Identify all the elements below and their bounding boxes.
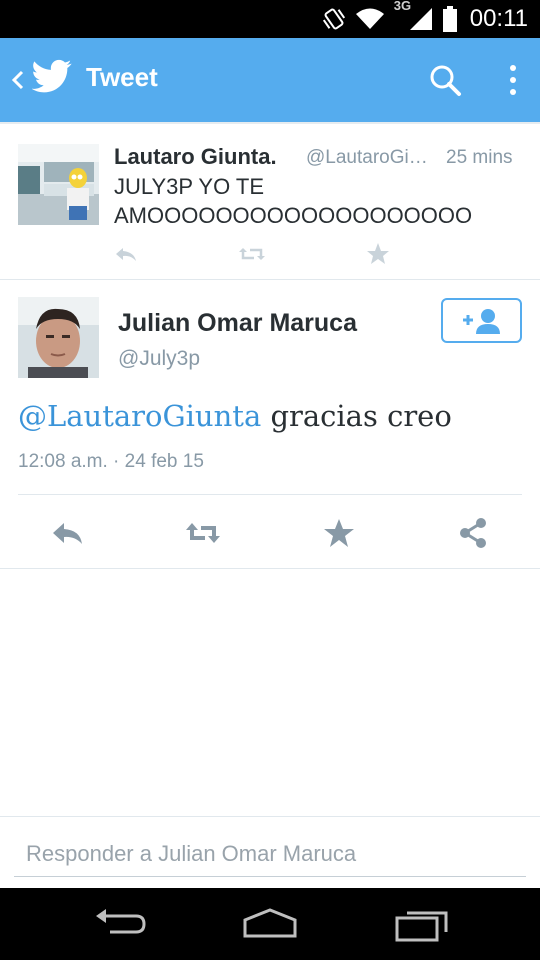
share-icon[interactable] [455,515,491,551]
status-bar: 3G 00:11 [0,0,540,38]
search-icon[interactable] [428,62,462,98]
clock: 00:11 [469,5,528,32]
reply-bar [0,816,540,888]
battery-icon [442,6,457,32]
favorite-icon[interactable] [321,515,357,551]
reply-icon[interactable] [50,515,86,551]
back-chevron-icon[interactable] [8,62,30,98]
recents-nav-icon[interactable] [394,904,450,944]
page-title: Tweet [86,62,158,92]
overflow-menu-icon[interactable] [506,62,520,98]
tweet-timestamp: 25 mins [446,147,513,168]
parent-tweet[interactable]: Lautaro Giunta. @LautaroGiunta 25 mins J… [0,122,540,280]
retweet-icon[interactable] [238,240,266,268]
action-bar: Tweet [0,38,540,122]
retweet-icon[interactable] [185,515,221,551]
follow-user-icon [462,308,500,334]
tweet-actions [112,240,402,270]
author-name[interactable]: Julian Omar Maruca [118,309,357,338]
reply-icon[interactable] [112,240,140,268]
signal-icon [409,8,432,30]
reply-input[interactable] [14,831,526,877]
avatar[interactable] [18,144,99,225]
avatar-image [18,297,99,378]
main-tweet: Julian Omar Maruca @July3p @LautaroGiunt… [0,281,540,569]
tweet-text: JULY3P YO TE AMOOOOOOOOOOOOOOOOOOO [114,174,473,228]
favorite-icon[interactable] [364,240,392,268]
twitter-bird-icon[interactable] [32,56,72,96]
vibrate-icon [322,8,345,30]
avatar[interactable] [18,297,99,378]
divider [18,494,522,495]
author-handle: @July3p [118,347,201,370]
tweet-date: 12:08 a.m. · 24 feb 15 [18,451,204,472]
follow-button[interactable] [441,298,522,343]
back-nav-icon[interactable] [92,904,148,944]
tweet-actions [0,511,540,555]
tweet-body: gracias creo [261,399,452,433]
avatar-image [18,144,99,225]
tweet-text: @LautaroGiunta gracias creo [18,399,452,433]
signal-group: 3G [394,0,434,32]
navigation-bar [0,888,540,960]
status-icons: 3G 00:11 [322,0,528,34]
mention-link[interactable]: @LautaroGiunta [18,399,261,433]
wifi-icon [355,8,384,29]
author-handle: @LautaroGiunta [306,147,436,168]
author-name[interactable]: Lautaro Giunta. [114,144,277,170]
home-nav-icon[interactable] [242,904,298,944]
